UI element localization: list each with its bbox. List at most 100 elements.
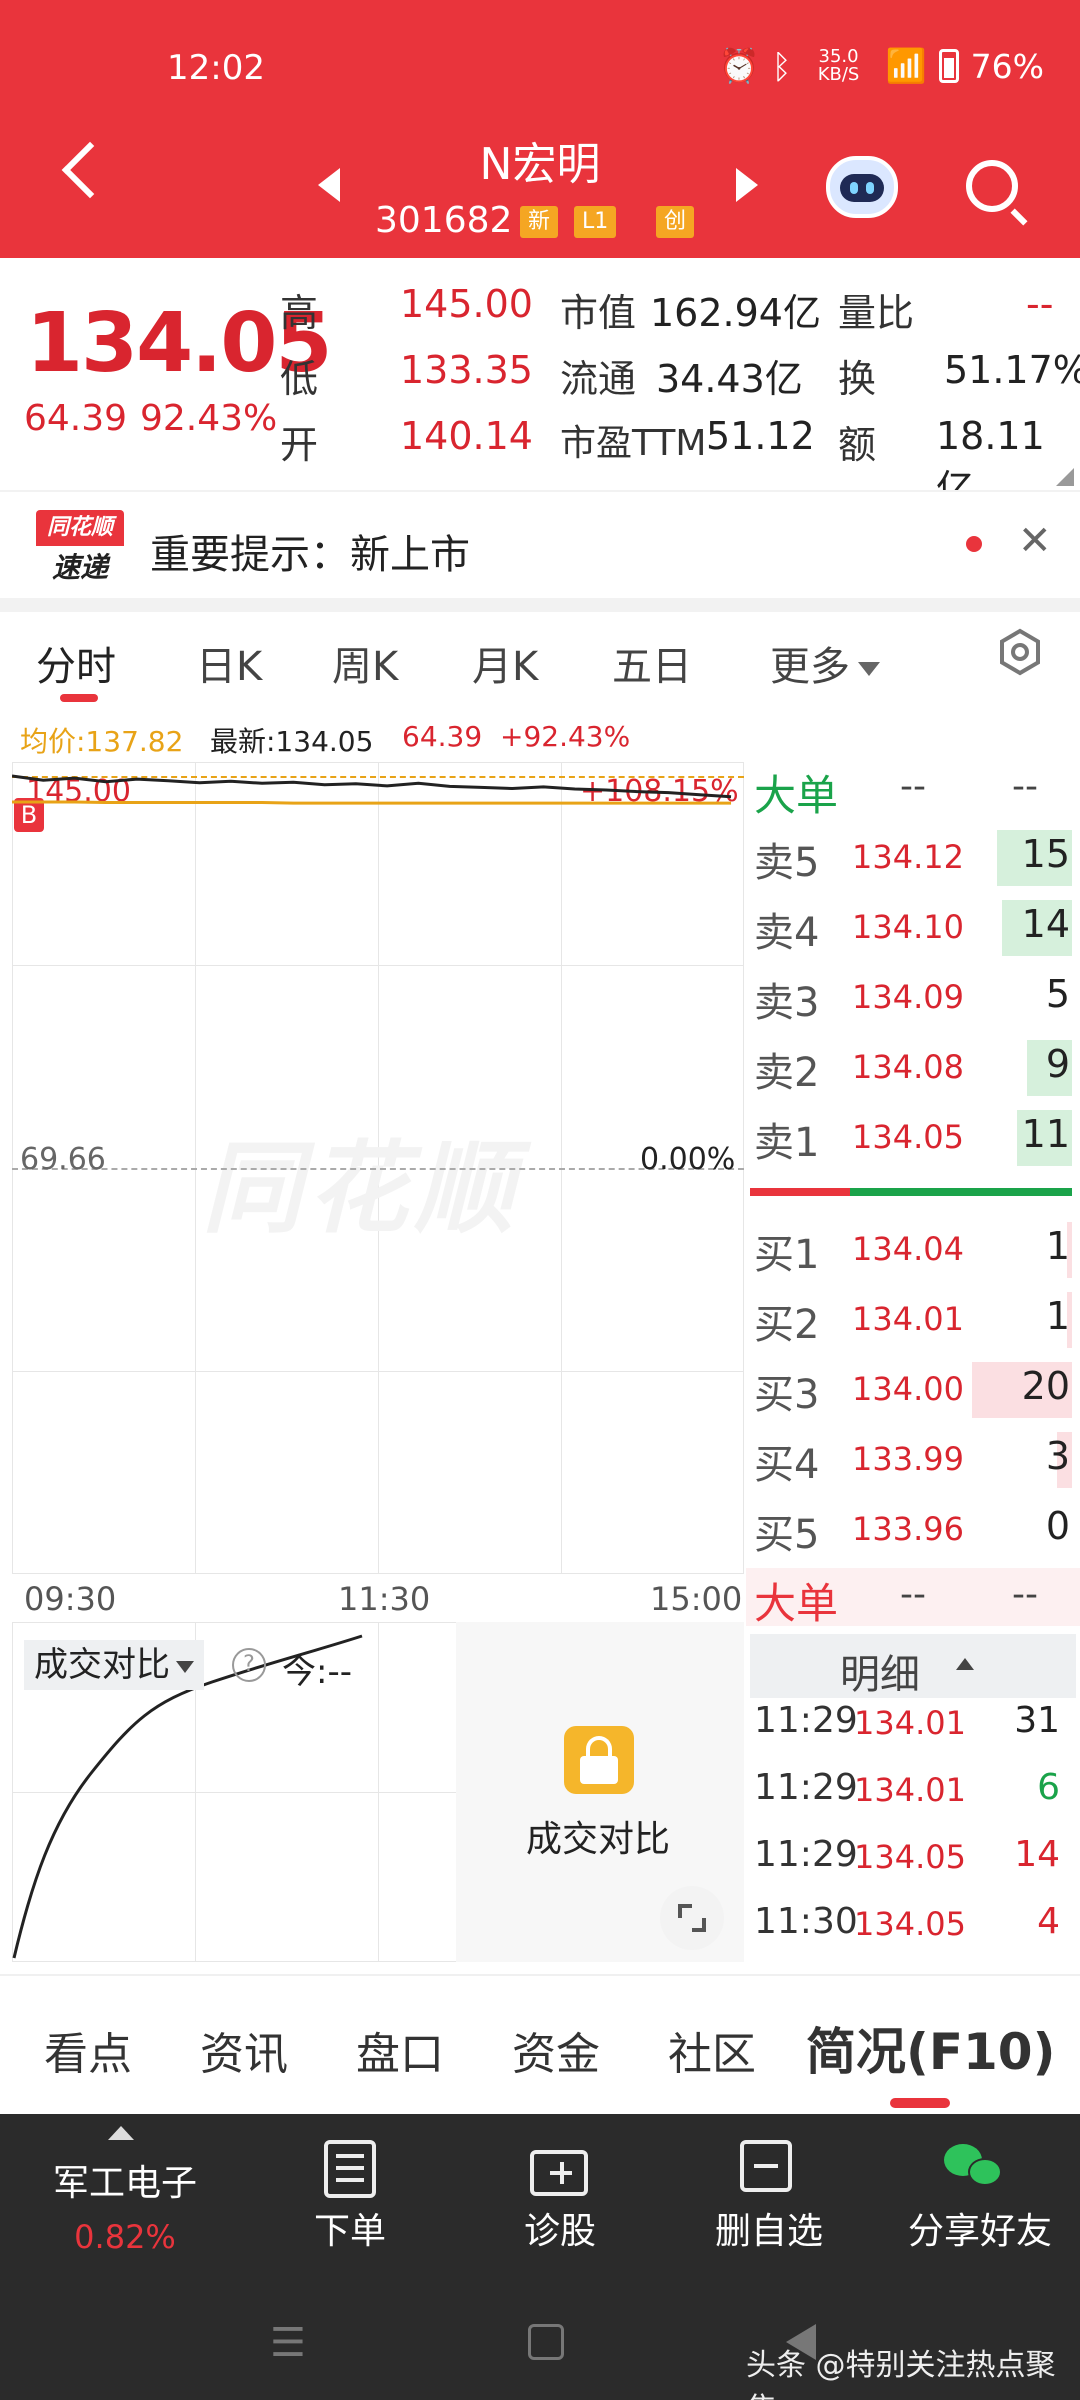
level-price: 134.05 [852, 1118, 964, 1156]
trade-detail-row[interactable]: 11:29 134.01 31 [754, 1692, 1074, 1758]
time-end: 15:00 [650, 1580, 743, 1618]
trade-time: 11:29 [754, 1767, 858, 1808]
notice-bar[interactable]: 同花顺 速递 重要提示：新上市 [0, 490, 1080, 598]
assistant-robot-icon[interactable] [826, 156, 898, 218]
volume-compare-panel[interactable]: 成交对比 ? 今:-- [12, 1622, 744, 1962]
battery-level: 76% [970, 46, 1044, 86]
big-order-dash-1: -- [900, 766, 926, 807]
sector-pct: 0.82% [74, 2218, 176, 2256]
detail-header[interactable]: 明细 [750, 1634, 1076, 1698]
buy-row[interactable]: 买4 133.99 3 [746, 1424, 1080, 1492]
quote-panel[interactable]: 134.05 64.39 92.43% 高 145.00 低 133.35 开 … [0, 258, 1080, 511]
float-value: 34.43亿 [656, 357, 803, 401]
share-button[interactable]: 分享好友 [890, 2202, 1070, 2254]
close-icon[interactable]: ✕ [1018, 518, 1052, 564]
order-button[interactable]: 下单 [290, 2202, 410, 2254]
next-stock-icon[interactable] [736, 168, 758, 202]
level-name: 卖1 [754, 1120, 820, 1166]
diagnose-button[interactable]: 诊股 [500, 2202, 620, 2254]
chevron-up-icon[interactable] [108, 2126, 134, 2140]
mktcap-label: 市值 [560, 291, 637, 335]
trade-detail-row[interactable]: 11:30 134.05 4 [754, 1893, 1074, 1959]
notice-text: 重要提示：新上市 [150, 532, 470, 578]
tab-profile-f10[interactable]: 简况(F10) [806, 2012, 1055, 2084]
sell-row[interactable]: 卖1 134.05 11 [746, 1102, 1080, 1170]
tab-market-depth[interactable]: 盘口 [356, 2018, 444, 2082]
info-tabs: 看点 资讯 盘口 资金 社区 简况(F10) [0, 1974, 1080, 2114]
order-icon[interactable] [324, 2140, 376, 2198]
level-price: 134.01 [852, 1300, 964, 1338]
big-order-dash-3: -- [900, 1574, 926, 1615]
trade-volume: 4 [1037, 1901, 1060, 1942]
level-volume: 15 [1021, 832, 1070, 876]
buy-row[interactable]: 买5 133.96 0 [746, 1494, 1080, 1562]
level-volume: 20 [1021, 1364, 1070, 1408]
price-line-svg [12, 774, 732, 805]
active-tab-indicator [60, 694, 98, 702]
volume-compare-unlock-label[interactable]: 成交对比 [526, 1810, 670, 1862]
sell-row[interactable]: 卖3 134.09 5 [746, 962, 1080, 1030]
divider [0, 598, 1080, 612]
lock-icon[interactable] [564, 1726, 634, 1794]
big-order-label-2: 大单 [754, 1579, 839, 1628]
sector-name[interactable]: 军工电子 [30, 2154, 220, 2206]
trade-volume: 6 [1037, 1767, 1060, 1808]
trade-detail-row[interactable]: 11:29 134.05 14 [754, 1826, 1074, 1892]
float-label: 流通 [560, 357, 637, 401]
high-label: 高 [280, 291, 319, 335]
trade-detail-row[interactable]: 11:29 134.01 6 [754, 1759, 1074, 1825]
remove-watchlist-button[interactable]: 删自选 [694, 2202, 844, 2254]
tab-more[interactable]: 更多 [770, 634, 880, 692]
tab-highlights[interactable]: 看点 [44, 2018, 132, 2082]
tab-monthly-k[interactable]: 月K [472, 634, 538, 692]
back-icon[interactable] [61, 141, 119, 199]
stock-code: 301682 [375, 200, 513, 241]
tab-capital[interactable]: 资金 [512, 2018, 600, 2082]
fullscreen-icon[interactable] [660, 1886, 724, 1950]
home-nav-icon[interactable] [528, 2324, 564, 2360]
vol-ratio-value: -- [1026, 282, 1054, 326]
open-value: 140.14 [400, 414, 533, 458]
tab-intraday[interactable]: 分时 [36, 634, 116, 692]
level-price: 134.10 [852, 908, 964, 946]
level-price: 134.12 [852, 838, 964, 876]
trade-time: 11:29 [754, 1834, 858, 1875]
level-volume: 5 [1045, 972, 1070, 1016]
level-volume: 1 [1045, 1224, 1070, 1268]
vol-ratio-label: 量比 [838, 291, 915, 335]
remove-watchlist-icon[interactable] [740, 2140, 792, 2192]
tag-new: 新 [520, 206, 559, 238]
trade-price: 134.05 [854, 1838, 966, 1876]
search-icon[interactable] [966, 160, 1018, 212]
sell-row[interactable]: 卖2 134.08 9 [746, 1032, 1080, 1100]
trade-time: 11:30 [754, 1901, 858, 1942]
diagnose-icon[interactable] [530, 2150, 588, 2196]
tab-community[interactable]: 社区 [668, 2018, 756, 2082]
tab-weekly-k[interactable]: 周K [332, 634, 398, 692]
expand-corner-icon[interactable] [1056, 468, 1074, 486]
prev-stock-icon[interactable] [318, 168, 340, 202]
settings-hexagon-icon[interactable] [996, 628, 1044, 676]
wechat-icon[interactable] [944, 2140, 1004, 2190]
high-value: 145.00 [400, 282, 533, 326]
info-change: 64.39 [402, 720, 483, 753]
trade-price: 134.01 [854, 1704, 966, 1742]
buy-row[interactable]: 买3 134.00 20 [746, 1354, 1080, 1422]
turnover-value: 51.17% [944, 348, 1080, 392]
buy-row[interactable]: 买1 134.04 1 [746, 1214, 1080, 1282]
tab-daily-k[interactable]: 日K [196, 634, 262, 692]
sell-row[interactable]: 卖5 134.12 15 [746, 822, 1080, 890]
latest-price: 最新:134.05 [210, 725, 374, 758]
level-name: 卖2 [754, 1050, 820, 1096]
level-name: 买5 [754, 1512, 820, 1558]
sell-row[interactable]: 卖4 134.10 14 [746, 892, 1080, 960]
tab-news[interactable]: 资讯 [200, 2018, 288, 2082]
volume-compare-dropdown[interactable]: 成交对比 [24, 1640, 204, 1690]
buy-row[interactable]: 买2 134.01 1 [746, 1284, 1080, 1352]
menu-nav-icon[interactable]: ☰ [270, 2320, 306, 2366]
big-order-label: 大单 [754, 771, 839, 820]
pe-label: 市盈TTM [560, 423, 707, 464]
intraday-chart[interactable]: 同花顺 69.66 0.00% 145.00 +108.15% B [12, 762, 744, 1574]
help-icon[interactable]: ? [232, 1648, 266, 1682]
tab-five-day[interactable]: 五日 [612, 634, 692, 692]
